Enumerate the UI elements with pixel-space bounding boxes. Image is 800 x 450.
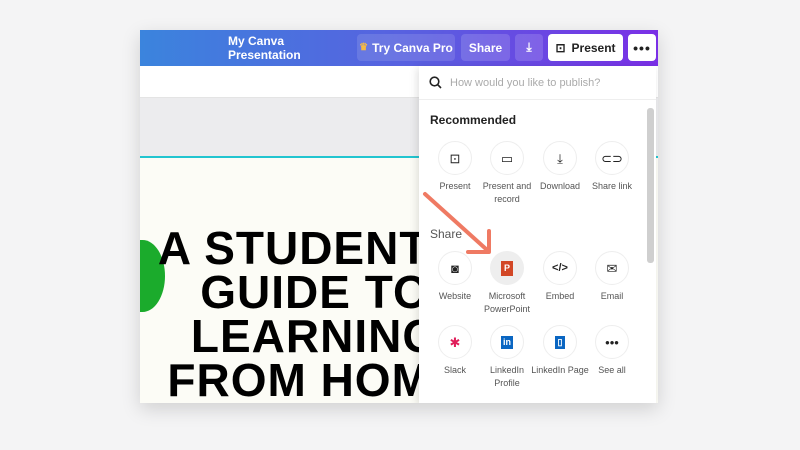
- share-item[interactable]: in LinkedIn Profile: [477, 325, 537, 390]
- share-item-label: Website: [438, 291, 472, 301]
- video-icon: ▭: [490, 141, 524, 175]
- present-label: Present: [571, 40, 616, 55]
- share-item[interactable]: ✱ Slack: [425, 325, 485, 377]
- present-icon: ⊡: [555, 40, 566, 55]
- share-item-label: Email: [600, 291, 624, 301]
- recommended-item-label: Download: [539, 181, 581, 191]
- recommended-item-label: Present and record: [482, 181, 532, 204]
- document-title[interactable]: My Canva Presentation: [228, 34, 344, 62]
- share-item-label: LinkedIn Page: [531, 365, 589, 375]
- publish-search-input[interactable]: [450, 76, 640, 89]
- website-icon: ◙: [438, 251, 472, 285]
- download-icon: ⤓: [526, 40, 532, 54]
- share-heading: Share: [430, 227, 463, 241]
- recommended-item-label: Share link: [591, 181, 633, 191]
- powerpoint-icon: P: [490, 251, 524, 285]
- download-icon: ⤓: [543, 141, 577, 175]
- search-icon: [429, 76, 442, 89]
- share-item[interactable]: ▯ LinkedIn Page: [530, 325, 590, 377]
- share-item[interactable]: </> Embed: [530, 251, 590, 303]
- more-button[interactable]: •••: [628, 34, 656, 61]
- recommended-item[interactable]: ⊡ Present: [425, 141, 485, 193]
- share-item-label: Embed: [545, 291, 575, 301]
- link-icon: ⊂⊃: [595, 141, 629, 175]
- share-item-label: LinkedIn Profile: [489, 365, 525, 388]
- recommended-heading: Recommended: [430, 113, 517, 127]
- recommended-item[interactable]: ⤓ Download: [530, 141, 590, 193]
- top-bar: My Canva Presentation ♛ Try Canva Pro Sha…: [140, 30, 658, 66]
- publish-search: [419, 66, 656, 100]
- share-item[interactable]: ◙ Website: [425, 251, 485, 303]
- share-item-label: Slack: [443, 365, 466, 375]
- share-item[interactable]: P Microsoft PowerPoint: [477, 251, 537, 316]
- linkedin-icon: in: [490, 325, 524, 359]
- share-item-label: Microsoft PowerPoint: [483, 291, 531, 314]
- share-button[interactable]: Share: [461, 34, 510, 61]
- recommended-item[interactable]: ⊂⊃ Share link: [582, 141, 642, 193]
- slack-icon: ✱: [438, 325, 472, 359]
- try-pro-button[interactable]: ♛ Try Canva Pro: [357, 34, 455, 61]
- present-icon: ⊡: [438, 141, 472, 175]
- present-button[interactable]: ⊡ Present: [548, 34, 623, 61]
- recommended-item[interactable]: ▭ Present and record: [477, 141, 537, 206]
- publish-panel: Recommended Share ⊡ Present ▭ Present and r…: [419, 66, 656, 403]
- scrollbar[interactable]: [647, 108, 654, 263]
- recommended-item-label: Present: [439, 181, 471, 191]
- share-item[interactable]: ✉ Email: [582, 251, 642, 303]
- crown-icon: ♛: [359, 42, 369, 53]
- try-pro-label: Try Canva Pro: [372, 40, 453, 55]
- download-button[interactable]: ⤓: [515, 34, 543, 61]
- email-icon: ✉: [595, 251, 629, 285]
- embed-icon: </>: [543, 251, 577, 285]
- linkedin-page-icon: ▯: [543, 325, 577, 359]
- share-item[interactable]: ••• See all: [582, 325, 642, 377]
- more-icon: •••: [595, 325, 629, 359]
- canva-window: My Canva Presentation ♛ Try Canva Pro Sha…: [140, 30, 658, 403]
- share-item-label: See all: [598, 365, 626, 375]
